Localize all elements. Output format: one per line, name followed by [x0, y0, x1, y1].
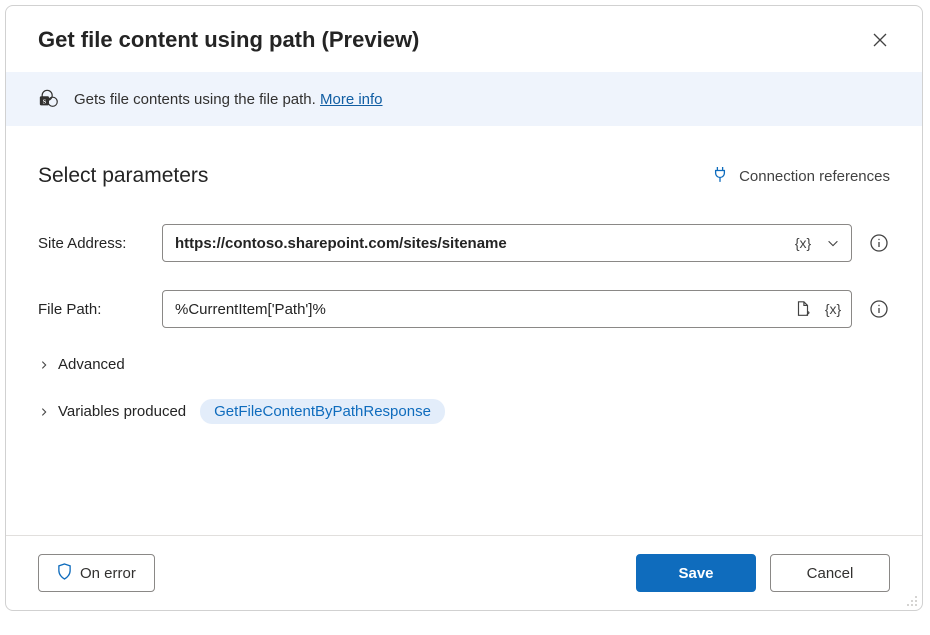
info-icon	[869, 233, 889, 253]
banner-text: Gets file contents using the file path. …	[74, 91, 383, 108]
dialog-content: Select parameters Connection references …	[6, 126, 922, 535]
footer-actions: Save Cancel	[636, 554, 890, 592]
variable-token-icon: {x}	[795, 235, 811, 251]
dialog-title: Get file content using path (Preview)	[38, 27, 419, 53]
sharepoint-icon: S	[38, 88, 60, 110]
insert-variable-button[interactable]: {x}	[791, 231, 815, 255]
insert-variable-button[interactable]: {x}	[821, 297, 845, 321]
close-icon	[872, 32, 888, 48]
dialog-header: Get file content using path (Preview)	[6, 6, 922, 72]
dropdown-button[interactable]	[821, 231, 845, 255]
advanced-section-toggle[interactable]: Advanced	[38, 356, 890, 373]
more-info-link[interactable]: More info	[320, 91, 383, 108]
file-path-info-button[interactable]	[868, 298, 890, 320]
shield-icon	[57, 563, 72, 584]
action-config-dialog: Get file content using path (Preview) S …	[5, 5, 923, 611]
file-path-input-icons: {x}	[791, 297, 845, 321]
variables-produced-toggle[interactable]: Variables produced GetFileContentByPathR…	[38, 399, 890, 424]
chevron-down-icon	[826, 236, 840, 250]
file-path-label: File Path:	[38, 301, 146, 318]
svg-text:S: S	[43, 99, 47, 106]
dialog-footer: On error Save Cancel	[6, 535, 922, 610]
on-error-label: On error	[80, 565, 136, 582]
section-title: Select parameters	[38, 164, 208, 188]
file-path-row: File Path: {x}	[38, 290, 890, 328]
connection-references-button[interactable]: Connection references	[713, 165, 890, 187]
on-error-button[interactable]: On error	[38, 554, 155, 592]
info-banner: S Gets file contents using the file path…	[6, 72, 922, 126]
site-address-label: Site Address:	[38, 235, 146, 252]
site-address-info-button[interactable]	[868, 232, 890, 254]
file-arrow-icon	[794, 300, 812, 318]
variables-produced-label: Variables produced	[58, 403, 186, 420]
site-address-input-wrapper[interactable]: {x}	[162, 224, 852, 262]
info-icon	[869, 299, 889, 319]
variable-token-icon: {x}	[825, 301, 841, 317]
section-header: Select parameters Connection references	[38, 164, 890, 188]
file-path-input-wrapper[interactable]: {x}	[162, 290, 852, 328]
file-picker-button[interactable]	[791, 297, 815, 321]
variable-chip[interactable]: GetFileContentByPathResponse	[200, 399, 445, 424]
chevron-right-icon	[38, 406, 50, 418]
resize-grip[interactable]	[906, 594, 920, 608]
plug-icon	[713, 165, 727, 187]
file-path-input[interactable]	[175, 301, 791, 318]
connection-references-label: Connection references	[739, 168, 890, 185]
site-address-row: Site Address: {x}	[38, 224, 890, 262]
site-address-input[interactable]	[175, 235, 791, 252]
chevron-right-icon	[38, 359, 50, 371]
site-address-input-icons: {x}	[791, 231, 845, 255]
close-button[interactable]	[866, 26, 894, 54]
banner-description: Gets file contents using the file path.	[74, 91, 320, 108]
cancel-button[interactable]: Cancel	[770, 554, 890, 592]
advanced-label: Advanced	[58, 356, 125, 373]
save-button[interactable]: Save	[636, 554, 756, 592]
